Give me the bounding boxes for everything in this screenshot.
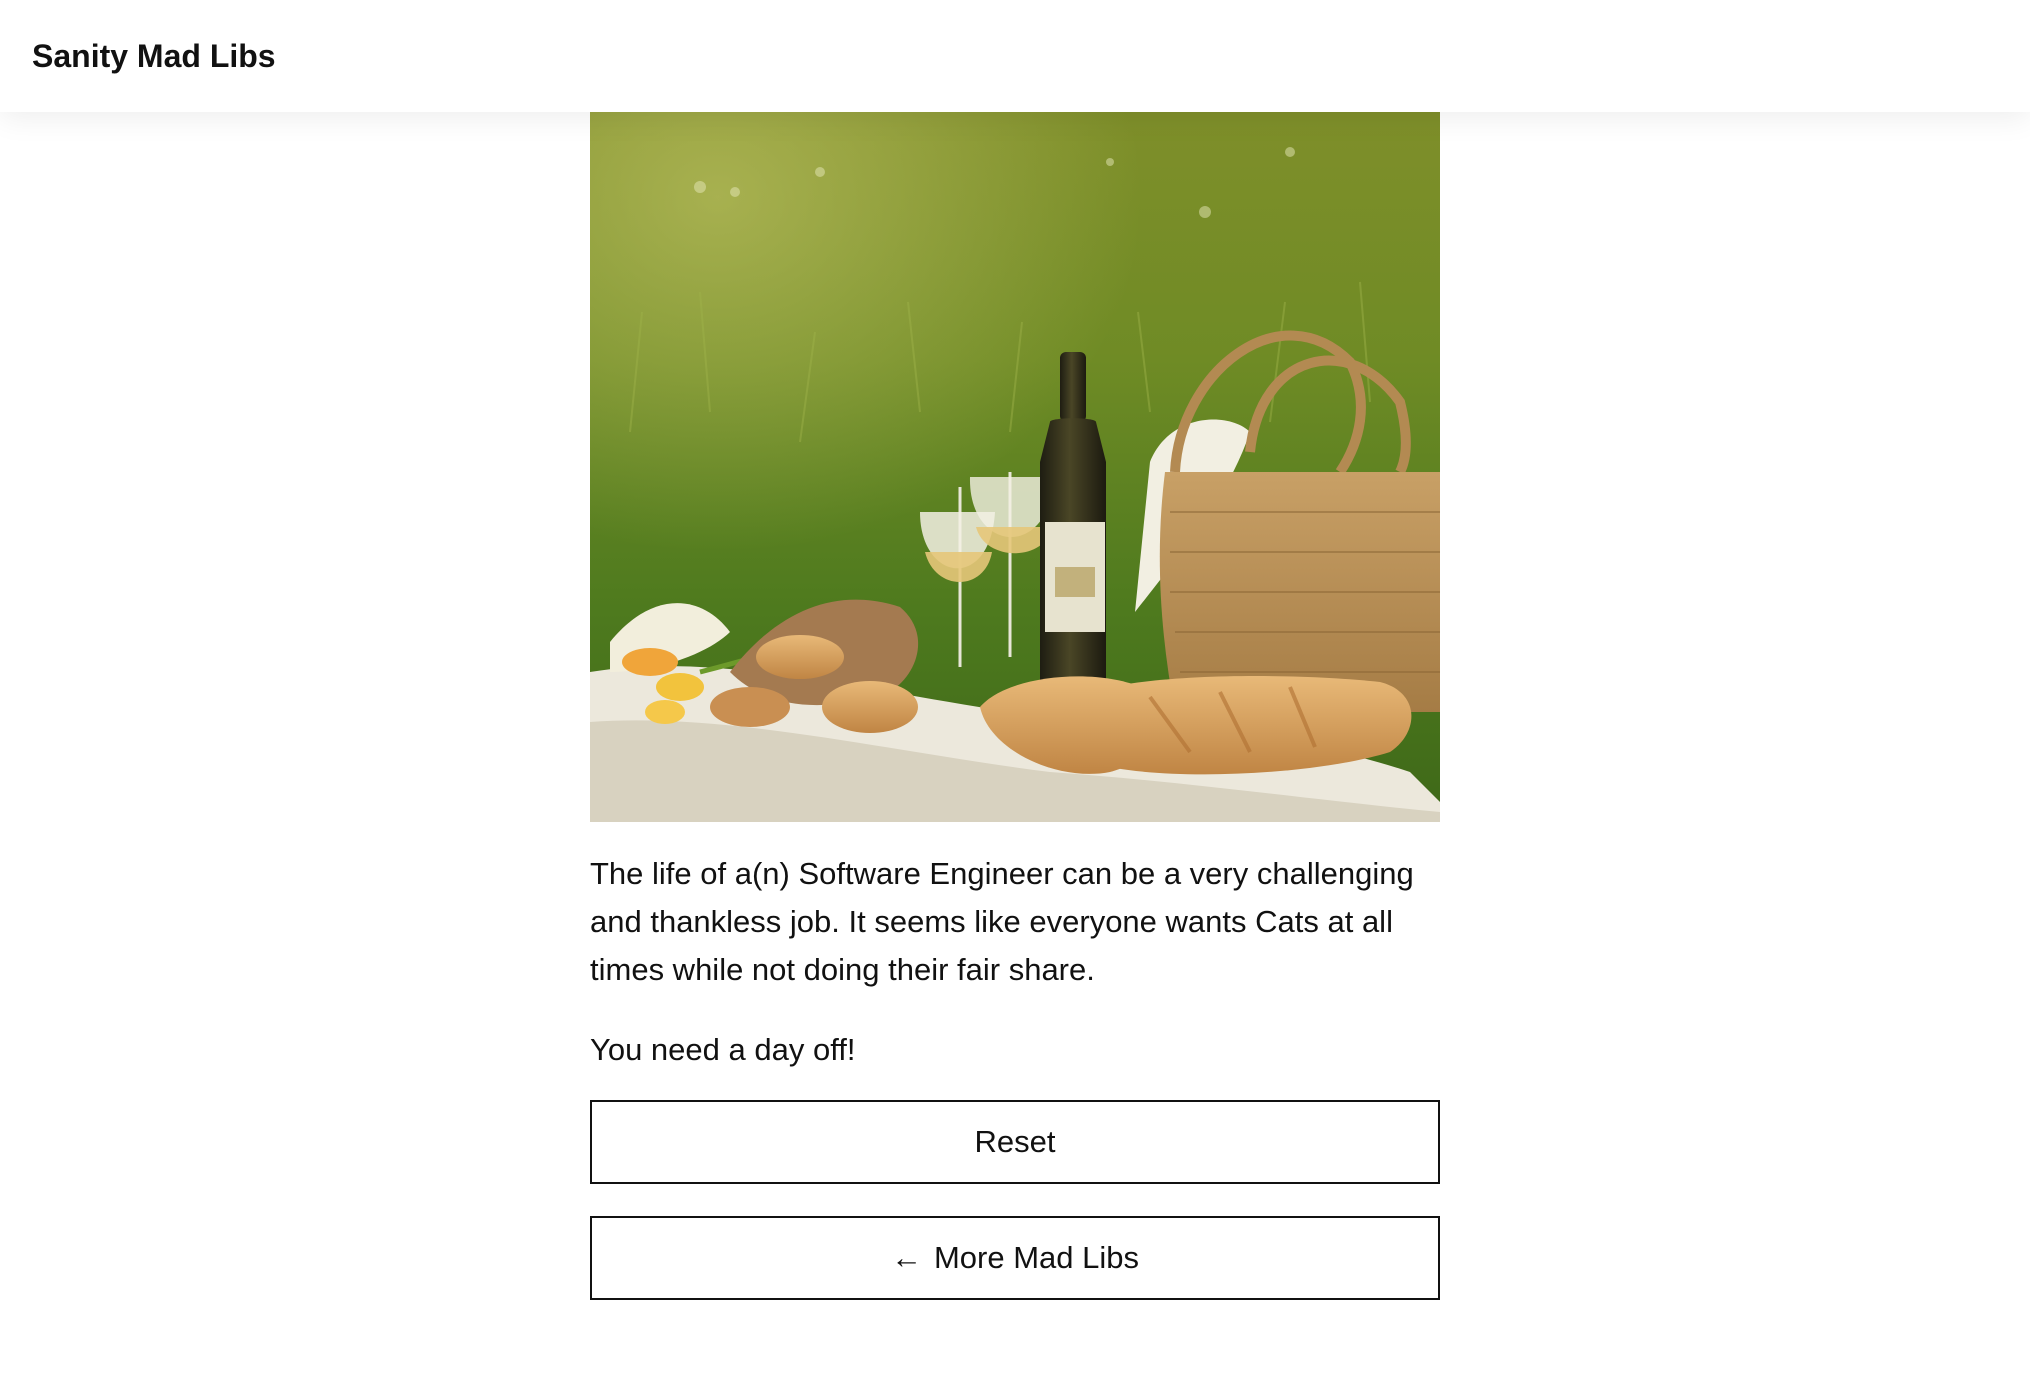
top-navigation-bar: Sanity Mad Libs (0, 0, 2030, 112)
story-paragraph: The life of a(n) Software Engineer can b… (590, 856, 1414, 987)
arrow-left-icon: ← (890, 1240, 922, 1275)
mad-lib-result: The life of a(n) Software Engineer can b… (590, 112, 1440, 1300)
more-mad-libs-label: More Mad Libs (933, 1240, 1140, 1275)
reset-button[interactable]: Reset (590, 1100, 1440, 1184)
site-title[interactable]: Sanity Mad Libs (32, 36, 276, 76)
picnic-image (590, 112, 1440, 822)
more-mad-libs-button[interactable]: ← More Mad Libs (590, 1216, 1440, 1300)
story-outro: You need a day off! (590, 1032, 856, 1067)
